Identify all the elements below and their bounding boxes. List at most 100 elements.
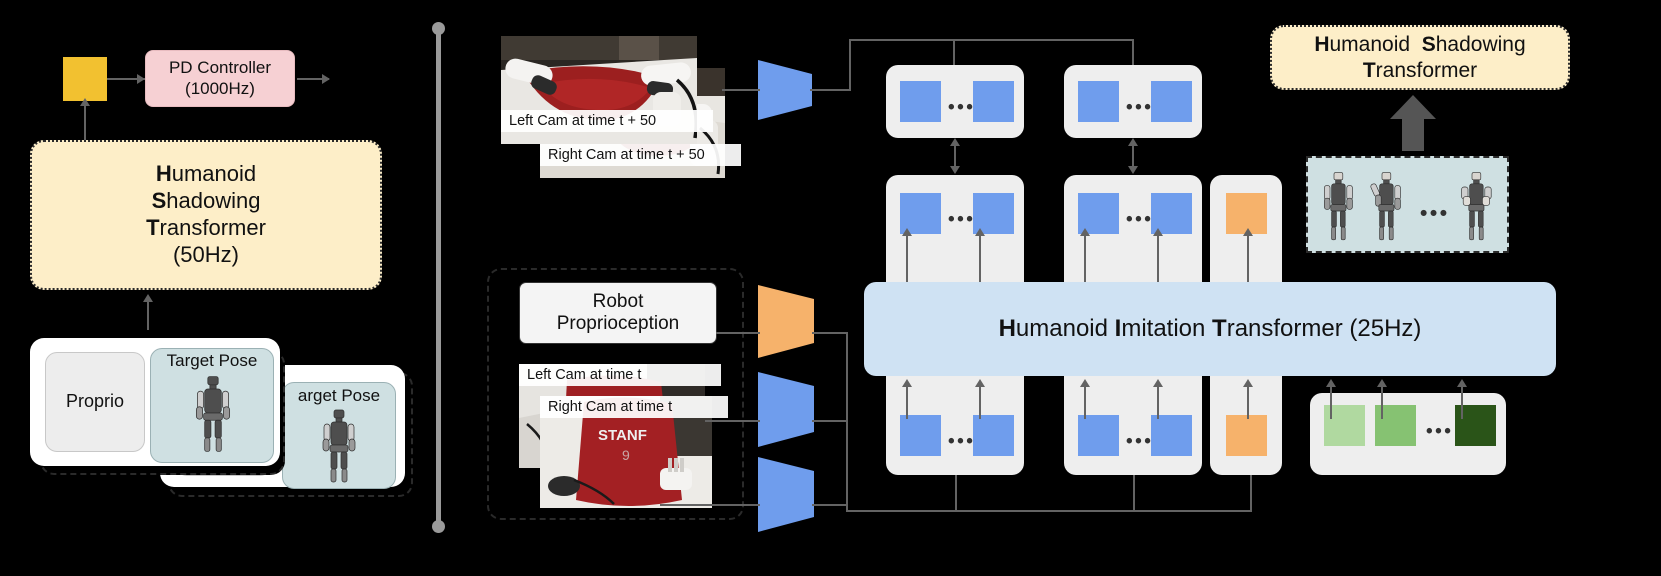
updown-arrow-down-right — [1128, 166, 1138, 174]
left-cam-caption-t: Left Cam at time t — [519, 364, 721, 386]
token-ellipsis: ••• — [948, 97, 976, 118]
token-out-arrow — [975, 228, 985, 236]
token-ellipsis: ••• — [948, 209, 976, 230]
hst-to-gold-arrowhead — [80, 98, 90, 106]
panel-divider-dot-top — [432, 22, 445, 35]
token-in-arrow — [902, 379, 912, 387]
token-ellipsis: ••• — [1426, 421, 1454, 442]
token-blue — [900, 415, 941, 456]
token-in-arrow — [1243, 379, 1253, 387]
encoder-bus-bottom — [846, 510, 1252, 512]
token-blue — [1151, 415, 1192, 456]
target-pose-card: Target Pose — [150, 348, 274, 463]
hst-right-line1: Humanoid Shadowing — [1314, 32, 1526, 56]
humanoid-pose-icon — [1370, 172, 1401, 241]
hst-to-gold-line — [84, 102, 86, 142]
token-blue — [973, 415, 1014, 456]
token-in-arrow — [975, 379, 985, 387]
encoder-out-line-right — [812, 504, 848, 506]
token-in-arrow — [1377, 379, 1387, 387]
target-pose-label-back: arget Pose — [297, 386, 381, 405]
token-out-line — [906, 232, 908, 282]
pd-controller-line1: PD Controller — [168, 57, 272, 77]
token-in-line — [906, 383, 908, 419]
token-out-line — [1157, 232, 1159, 282]
token-blue — [1078, 415, 1119, 456]
humanoid-imitation-transformer-bar: Humanoid Imitation Transformer (25Hz) — [864, 282, 1556, 376]
token-out-line — [1084, 232, 1086, 282]
token-orange — [1226, 415, 1267, 456]
token-ellipsis: ••• — [1126, 431, 1154, 452]
pd-output-arrowhead — [322, 74, 330, 84]
bus-drop-right — [1132, 39, 1134, 66]
token-in-line — [1247, 383, 1249, 419]
updown-arrow-up-left — [950, 138, 960, 146]
token-ellipsis: ••• — [948, 431, 976, 452]
proprio-card: Proprio — [45, 352, 145, 452]
svg-text:9: 9 — [622, 447, 630, 463]
token-out-line — [979, 232, 981, 282]
hst-line3: Transformer — [146, 215, 266, 240]
input-stack-target-pose-back: arget Pose — [282, 382, 396, 489]
pose-to-hst-big-arrow — [1390, 95, 1436, 151]
pose-ellipsis: ••• — [1420, 202, 1450, 225]
token-in-arrow — [1457, 379, 1467, 387]
encoder-out-line-top — [810, 89, 850, 91]
hst-line1: Humanoid — [155, 161, 257, 187]
pd-controller-line2: (1000Hz) — [185, 78, 255, 98]
input-to-hst-line — [147, 300, 149, 330]
encoder-bus-top — [849, 39, 1134, 41]
humanoid-shadowing-transformer-box: Humanoid Shadowing Transformer (50Hz) — [30, 140, 382, 290]
token-ellipsis: ••• — [1126, 209, 1154, 230]
bus-drop-left — [953, 39, 955, 66]
token-out-line — [1247, 232, 1249, 282]
encoder-out-line-proprio — [812, 332, 848, 334]
hst-line4: (50Hz) — [172, 241, 239, 267]
encoder-riser-top — [849, 40, 851, 91]
encoder-out-line-left — [812, 420, 848, 422]
pd-controller-box: PD Controller (1000Hz) — [145, 50, 295, 107]
hst-line2: Shadowing — [151, 188, 261, 214]
token-group-upper-right: ••• — [1064, 65, 1202, 138]
humanoid-robot-icon — [195, 376, 231, 452]
panel-divider-dot-bottom — [432, 520, 445, 533]
proprio-label: Proprio — [65, 391, 125, 412]
gold-to-pd-arrowhead — [137, 74, 145, 84]
token-blue — [1078, 81, 1119, 122]
leftcam-to-encoder-line — [705, 420, 760, 422]
token-out-arrow — [1153, 228, 1163, 236]
target-pose-label: Target Pose — [166, 351, 258, 370]
proprio-box-line1: Robot — [592, 290, 644, 312]
humanoid-pose-icon — [1324, 172, 1353, 241]
token-in-arrow — [1326, 379, 1336, 387]
token-in-line — [1330, 383, 1332, 419]
svg-text:STANF: STANF — [598, 427, 647, 444]
right-cam-caption-t: Right Cam at time t — [540, 396, 728, 418]
proprio-box-line2: Proprioception — [556, 313, 680, 334]
action-block — [63, 57, 107, 101]
token-ellipsis: ••• — [1126, 97, 1154, 118]
token-group-upper-left: ••• — [886, 65, 1024, 138]
token-in-line — [1381, 383, 1383, 419]
token-blue — [973, 81, 1014, 122]
token-in-line — [979, 383, 981, 419]
vision-encoder-trapezoid-right — [758, 457, 814, 532]
left-cam-caption-tplus50: Left Cam at time t + 50 — [501, 110, 713, 132]
hst-right-line2: Transformer — [1362, 58, 1478, 82]
humanoid-shadowing-transformer-label: Humanoid Shadowing Transformer — [1270, 25, 1570, 90]
token-group-green: ••• — [1310, 393, 1506, 475]
rightcam-to-encoder-line — [660, 504, 760, 506]
token-blue — [1151, 81, 1192, 122]
right-cam-caption-tplus50: Right Cam at time t + 50 — [540, 144, 741, 166]
proprio-to-encoder-line — [716, 332, 760, 334]
updown-arrow-up-right — [1128, 138, 1138, 146]
proprio-encoder-trapezoid — [758, 285, 814, 358]
token-blue — [900, 81, 941, 122]
topcam-to-encoder-line — [722, 89, 760, 91]
token-in-line — [1461, 383, 1463, 419]
humanoid-robot-icon — [322, 409, 356, 483]
token-out-arrow — [1243, 228, 1253, 236]
target-pose-sequence-band: ••• — [1306, 156, 1509, 253]
panel-divider — [436, 30, 441, 530]
token-in-arrow — [1153, 379, 1163, 387]
